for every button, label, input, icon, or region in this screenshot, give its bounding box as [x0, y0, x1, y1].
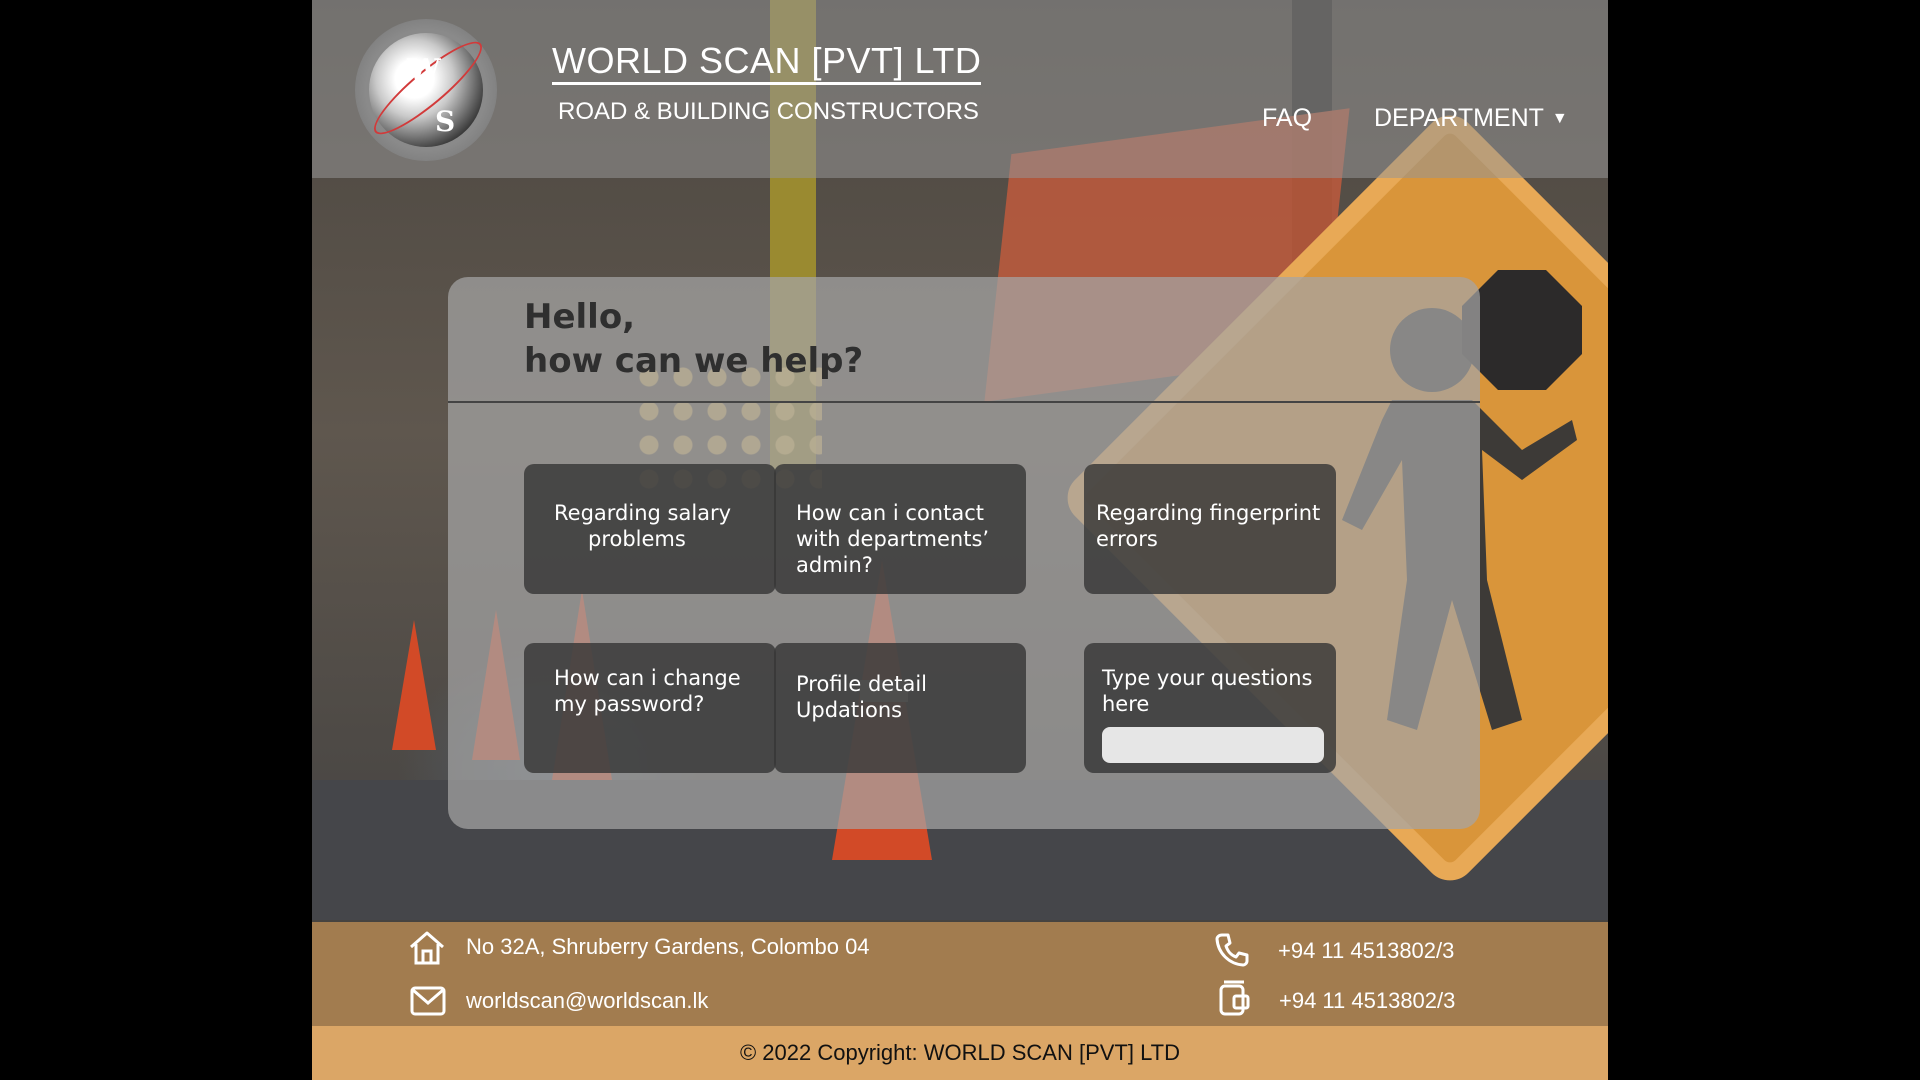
tile-label: Profile detail: [796, 672, 927, 696]
copyright-bar: © 2022 Copyright: WORLD SCAN [PVT] LTD: [312, 1026, 1608, 1080]
help-greeting: Hello, how can we help?: [524, 295, 863, 383]
tile-label: Updations: [796, 698, 903, 722]
header-bar: W S WORLD SCAN [PVT] LTD ROAD & BUILDING…: [312, 0, 1608, 178]
tile-label: How can i change: [554, 666, 741, 690]
tile-label: admin?: [796, 553, 873, 577]
tile-label: my password?: [554, 692, 705, 716]
tile-label: with departments’: [796, 527, 990, 551]
card-divider: [448, 401, 1480, 403]
footer-fax: +94 11 4513802/3: [1279, 988, 1456, 1013]
brand-subtitle: ROAD & BUILDING CONSTRUCTORS: [558, 98, 979, 125]
help-card: Hello, how can we help? Regarding salary…: [448, 277, 1480, 829]
tile-label: problems: [588, 527, 686, 551]
greeting-line-1: Hello,: [524, 297, 636, 337]
footer-contact-bar: No 32A, Shruberry Gardens, Colombo 04 wo…: [312, 922, 1608, 1026]
tile-label: errors: [1096, 527, 1158, 551]
faq-tile-contact-admin[interactable]: How can i contact with departments’ admi…: [774, 464, 1026, 594]
faq-tile-fingerprint[interactable]: Regarding fingerprint errors: [1084, 464, 1336, 594]
tile-label: Type your questions: [1102, 666, 1313, 690]
background-stop-sign: [1462, 270, 1582, 390]
logo-letter-w: W: [407, 53, 441, 88]
faq-tile-profile-update[interactable]: Profile detail Updations: [774, 643, 1026, 773]
faq-tile-salary[interactable]: Regarding salary problems: [524, 464, 776, 594]
footer-address: No 32A, Shruberry Gardens, Colombo 04: [466, 934, 870, 959]
background-cone: [392, 620, 436, 750]
logo-letter-s: S: [435, 105, 456, 138]
company-logo[interactable]: W S: [355, 19, 497, 161]
faq-tile-custom-question: Type your questions here: [1084, 643, 1336, 773]
brand-title: WORLD SCAN [PVT] LTD: [552, 40, 982, 85]
greeting-line-2: how can we help?: [524, 341, 864, 381]
phone-icon: [1215, 933, 1249, 967]
tile-label: Regarding salary: [554, 501, 732, 525]
tile-label: How can i contact: [796, 501, 984, 525]
home-icon: [410, 931, 444, 965]
mail-icon: [410, 986, 446, 1016]
chevron-down-icon: ▼: [1551, 110, 1568, 128]
nav-department-label: DEPARTMENT: [1374, 104, 1544, 132]
tile-label: Regarding fingerprint: [1096, 501, 1321, 525]
faq-tile-change-password[interactable]: How can i change my password?: [524, 643, 776, 773]
app-window: W S WORLD SCAN [PVT] LTD ROAD & BUILDING…: [312, 0, 1608, 1080]
nav-department-dropdown[interactable]: DEPARTMENT ▼: [1374, 104, 1568, 133]
footer-phone: +94 11 4513802/3: [1278, 938, 1455, 963]
footer-email[interactable]: worldscan@worldscan.lk: [466, 988, 708, 1014]
fax-icon: [1219, 980, 1250, 1016]
tile-label: here: [1102, 692, 1150, 716]
question-input[interactable]: [1102, 727, 1324, 763]
nav-faq-link[interactable]: FAQ: [1262, 104, 1312, 133]
